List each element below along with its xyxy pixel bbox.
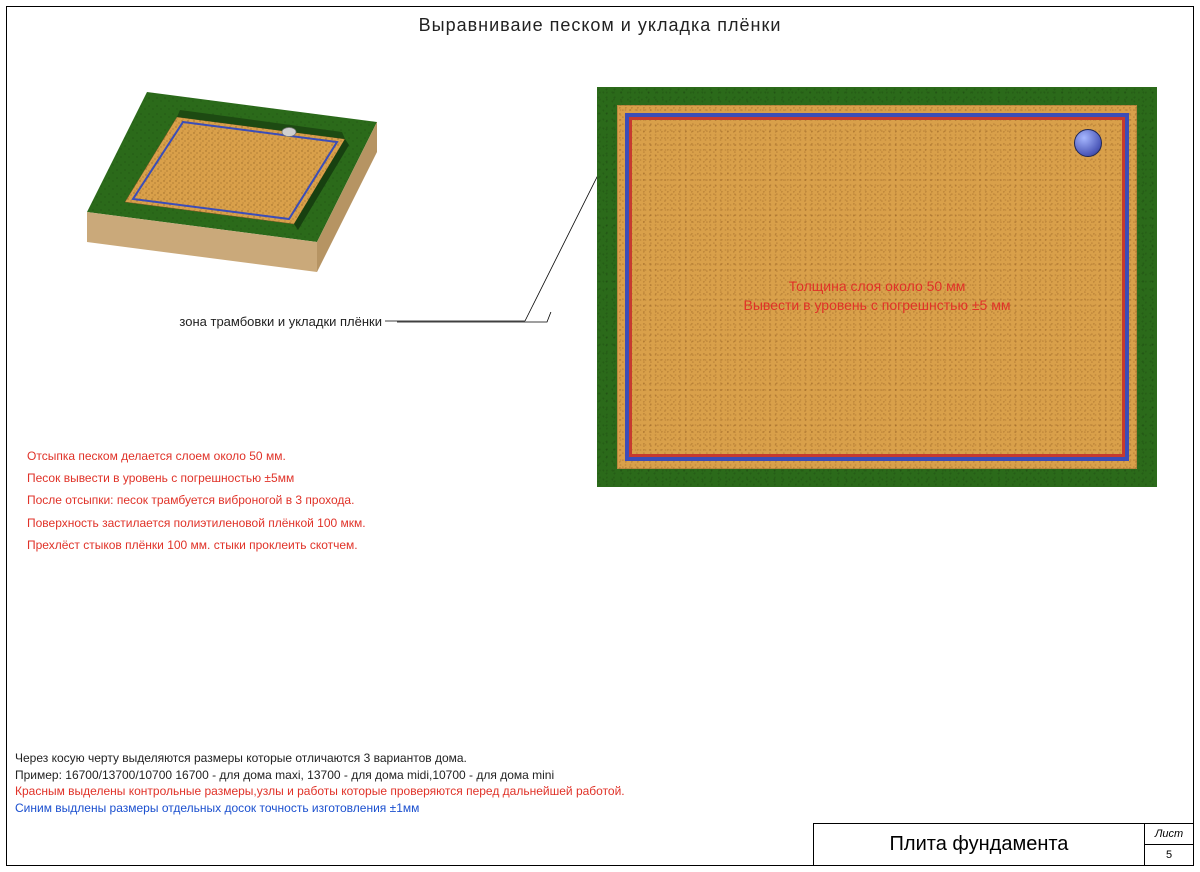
red-instr-3: Поверхность застилается полиэтиленовой п… (27, 512, 366, 534)
plan-view: Толщина слоя около 50 мм Вывести в урове… (597, 87, 1157, 487)
title-block: Плита фундамента Лист 5 (813, 823, 1193, 865)
titleblock-main: Плита фундамента (813, 823, 1144, 865)
isometric-view (67, 72, 427, 312)
leader-label: зона трамбовки и укладки плёнки (179, 314, 382, 329)
page-title: Выравниваие песком и укладка плёнки (7, 15, 1193, 36)
red-instr-4: Прехлёст стыков плёнки 100 мм. стыки про… (27, 534, 366, 556)
titleblock-side: Лист 5 (1144, 823, 1193, 865)
pipe-circle-icon (1074, 129, 1102, 157)
bottom-note-3: Красным выделены контрольные размеры,узл… (15, 783, 625, 800)
red-instruction-list: Отсыпка песком делается слоем около 50 м… (27, 445, 366, 556)
pipe-iso (282, 128, 296, 137)
red-instr-1: Песок вывести в уровень с погрешностью ±… (27, 467, 366, 489)
leader-line (397, 312, 627, 352)
red-instr-2: После отсыпки: песок трамбуется виброног… (27, 489, 366, 511)
bottom-note-2: Пример: 16700/13700/10700 16700 - для до… (15, 767, 625, 784)
iso-svg (67, 72, 427, 312)
bottom-note-4: Синим выдлены размеры отдельных досок то… (15, 800, 625, 817)
bottom-notes: Через косую черту выделяются размеры кот… (15, 750, 625, 817)
sand-surface (617, 105, 1137, 469)
bottom-note-1: Через косую черту выделяются размеры кот… (15, 750, 625, 767)
red-instr-0: Отсыпка песком делается слоем около 50 м… (27, 445, 366, 467)
sheet-label: Лист (1145, 824, 1193, 845)
drawing-sheet: Выравниваие песком и укладка плёнки (6, 6, 1194, 866)
sheet-number: 5 (1145, 845, 1193, 865)
